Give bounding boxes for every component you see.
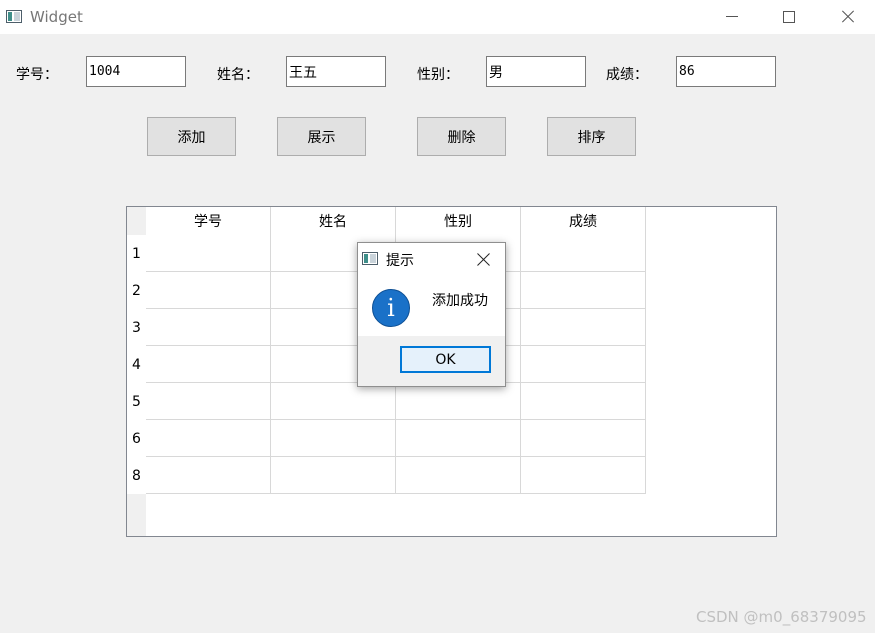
app-icon — [362, 252, 378, 265]
table-cell[interactable] — [521, 207, 646, 272]
table-cell[interactable] — [146, 383, 271, 420]
table-cell[interactable] — [271, 383, 396, 420]
table-cell[interactable] — [146, 207, 271, 272]
message-dialog: 提示 i 添加成功 OK — [357, 242, 506, 387]
name-field[interactable] — [286, 56, 386, 87]
table-cell[interactable] — [521, 457, 646, 494]
ok-button[interactable]: OK — [400, 346, 491, 373]
row-header[interactable]: 8 — [127, 457, 146, 494]
score-field[interactable] — [676, 56, 776, 87]
table-cell[interactable] — [146, 272, 271, 309]
table-cell[interactable] — [396, 383, 521, 420]
table-cell[interactable] — [396, 457, 521, 494]
student-id-label: 学号： — [16, 67, 58, 83]
title-bar: Widget — [0, 0, 875, 34]
dialog-close-button[interactable] — [472, 249, 496, 271]
row-header[interactable]: 2 — [127, 272, 146, 309]
table-cell[interactable] — [521, 272, 646, 309]
sort-button[interactable]: 排序 — [547, 117, 636, 156]
gender-label: 性别： — [417, 67, 459, 83]
row-header[interactable]: 4 — [127, 346, 146, 383]
watermark: CSDN @m0_68379095 — [696, 608, 867, 626]
table-cell[interactable] — [146, 309, 271, 346]
score-label: 成绩： — [606, 67, 648, 83]
table-cell[interactable] — [146, 346, 271, 383]
table-cell[interactable] — [146, 420, 271, 457]
gender-field[interactable] — [486, 56, 586, 87]
table-cell[interactable] — [521, 420, 646, 457]
table-cell[interactable] — [396, 420, 521, 457]
row-header[interactable]: 6 — [127, 420, 146, 457]
close-button[interactable] — [818, 0, 875, 34]
table-cell[interactable] — [521, 383, 646, 420]
add-button[interactable]: 添加 — [147, 117, 236, 156]
window-title: Widget — [30, 8, 83, 26]
table-cell[interactable] — [271, 457, 396, 494]
table-cell[interactable] — [521, 309, 646, 346]
row-header[interactable]: 5 — [127, 383, 146, 420]
table-cell[interactable] — [521, 346, 646, 383]
maximize-button[interactable] — [760, 0, 818, 34]
dialog-title: 提示 — [386, 253, 414, 269]
table-cell[interactable] — [146, 457, 271, 494]
app-icon — [6, 10, 22, 23]
dialog-message: 添加成功 — [432, 293, 488, 309]
row-header[interactable]: 3 — [127, 309, 146, 346]
student-id-field[interactable] — [86, 56, 186, 87]
information-icon: i — [372, 289, 410, 327]
delete-button[interactable]: 删除 — [417, 117, 506, 156]
dialog-button-bar: OK — [358, 336, 505, 386]
row-header[interactable]: 1 — [127, 235, 146, 272]
minimize-button[interactable] — [703, 0, 761, 34]
table-cell[interactable] — [271, 420, 396, 457]
show-button[interactable]: 展示 — [277, 117, 366, 156]
name-label: 姓名： — [217, 67, 259, 83]
